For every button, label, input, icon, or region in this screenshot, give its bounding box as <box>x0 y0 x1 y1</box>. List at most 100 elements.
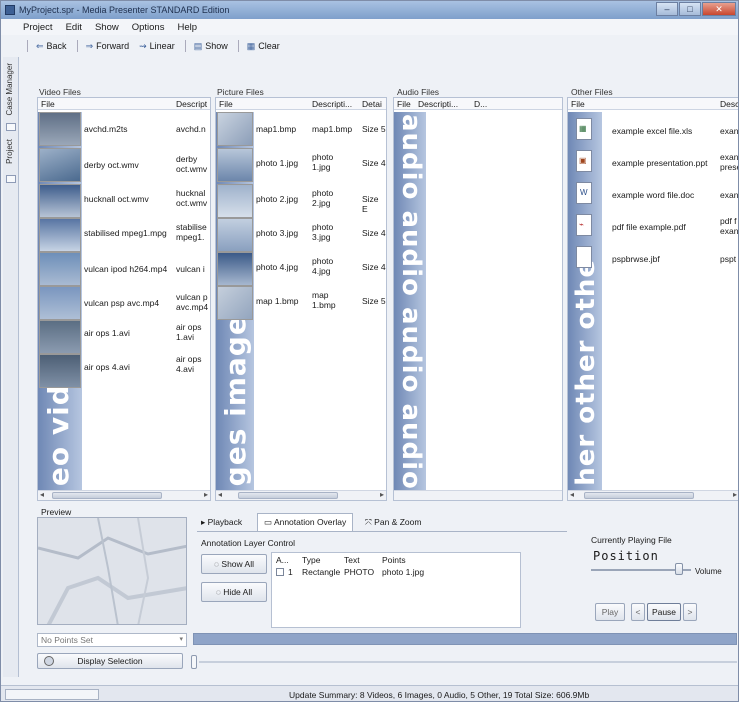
column-text[interactable]: Text <box>344 555 360 565</box>
previous-button[interactable]: < <box>631 603 645 621</box>
video-row[interactable]: stabilised mpeg1.mpg <box>84 228 167 238</box>
picture-row[interactable]: photo 3.jpg <box>256 228 298 238</box>
video-row[interactable]: air ops 4.avi <box>84 362 130 372</box>
video-thumbnail[interactable] <box>39 354 81 388</box>
pan-zoom-tab[interactable]: ⤧ Pan & Zoom <box>361 515 425 531</box>
column-file[interactable]: File <box>219 99 233 109</box>
annotation-checkbox[interactable] <box>276 568 284 576</box>
play-button[interactable]: Play <box>595 603 625 621</box>
picture-thumbnail[interactable] <box>217 218 253 252</box>
folder-icon[interactable] <box>6 123 16 131</box>
column-description[interactable]: Descripti... <box>312 99 352 109</box>
picture-row[interactable]: map 1.bmp <box>256 296 299 306</box>
column-description[interactable]: Descripti... <box>418 99 458 109</box>
points-select[interactable]: No Points Set ▾ <box>37 633 187 647</box>
show-all-button[interactable]: ◌ Show All <box>201 554 267 574</box>
video-thumbnail[interactable] <box>39 148 81 182</box>
scroll-thumb[interactable] <box>52 492 162 499</box>
excel-file-icon[interactable]: ▦ <box>576 118 592 140</box>
menu-options[interactable]: Options <box>132 22 165 33</box>
scroll-right-arrow[interactable]: ▸ <box>733 490 737 499</box>
scroll-left-arrow[interactable]: ◂ <box>40 490 44 499</box>
picture-thumbnail[interactable] <box>217 252 253 286</box>
word-file-icon[interactable]: W <box>576 182 592 204</box>
annotation-overlay-tab[interactable]: ▭ Annotation Overlay <box>257 513 354 531</box>
other-row[interactable]: example word file.doc <box>612 190 694 200</box>
picture-thumbnail[interactable] <box>217 148 253 182</box>
video-row[interactable]: vulcan psp avc.mp4 <box>84 298 159 308</box>
picture-row[interactable]: map1.bmp <box>256 124 296 134</box>
video-thumbnail[interactable] <box>39 286 81 320</box>
video-row[interactable]: air ops 1.avi <box>84 328 130 338</box>
other-row[interactable]: example excel file.xls <box>612 126 692 136</box>
playback-tab[interactable]: ▸ Playback <box>197 515 246 531</box>
menu-show[interactable]: Show <box>95 22 119 33</box>
menu-help[interactable]: Help <box>177 22 197 33</box>
annotation-row[interactable]: 1 Rectangle PHOTO photo 1.jpg <box>272 567 520 579</box>
maximize-button[interactable]: □ <box>679 2 701 16</box>
picture-horizontal-scrollbar[interactable]: ◂ ▸ <box>216 490 386 500</box>
clear-button[interactable]: ▦ Clear <box>247 41 280 52</box>
timeline-track[interactable] <box>199 661 737 663</box>
next-button[interactable]: > <box>683 603 697 621</box>
scroll-thumb[interactable] <box>584 492 694 499</box>
column-details[interactable]: Detai <box>362 99 382 109</box>
audio-files-title: Audio Files <box>397 87 440 97</box>
scroll-right-arrow[interactable]: ▸ <box>204 490 208 499</box>
video-horizontal-scrollbar[interactable]: ◂ ▸ <box>38 490 210 500</box>
pause-button[interactable]: Pause <box>647 603 681 621</box>
video-row[interactable]: vulcan ipod h264.mp4 <box>84 264 167 274</box>
display-selection-button[interactable]: Display Selection <box>37 653 183 669</box>
other-row[interactable]: pdf file example.pdf <box>612 222 686 232</box>
picture-row[interactable]: photo 2.jpg <box>256 194 298 204</box>
show-button[interactable]: ▤ Show <box>194 41 228 52</box>
column-description[interactable]: Desc <box>720 99 738 109</box>
picture-row[interactable]: photo 4.jpg <box>256 262 298 272</box>
video-thumbnail[interactable] <box>39 218 81 252</box>
preview-map[interactable] <box>37 517 187 625</box>
video-row[interactable]: avchd.m2ts <box>84 124 127 134</box>
column-file[interactable]: File <box>571 99 585 109</box>
column-file[interactable]: File <box>41 99 55 109</box>
video-thumbnail[interactable] <box>39 252 81 286</box>
pdf-file-icon[interactable]: ⌁ <box>576 214 592 236</box>
close-button[interactable]: ✕ <box>702 2 736 16</box>
column-details[interactable]: D... <box>474 99 487 109</box>
picture-row[interactable]: photo 1.jpg <box>256 158 298 168</box>
picture-thumbnail[interactable] <box>217 286 253 320</box>
video-row[interactable]: hucknall oct.wmv <box>84 194 149 204</box>
timeline-slider[interactable] <box>191 655 197 669</box>
column-description[interactable]: Descript <box>176 99 207 109</box>
forward-button[interactable]: ⇒ Forward <box>86 41 130 52</box>
picture-thumbnail[interactable] <box>217 112 253 146</box>
hide-all-button[interactable]: ◌ Hide All <box>201 582 267 602</box>
menu-edit[interactable]: Edit <box>66 22 82 33</box>
scroll-thumb[interactable] <box>238 492 338 499</box>
audio-horizontal-scrollbar[interactable] <box>394 490 562 500</box>
column-type[interactable]: Type <box>302 555 320 565</box>
document-icon[interactable] <box>6 175 16 183</box>
back-button[interactable]: ⇐ Back <box>36 41 67 52</box>
video-thumbnail[interactable] <box>39 112 81 146</box>
linear-button[interactable]: ⇝ Linear <box>139 41 175 52</box>
case-manager-tab[interactable]: Case Manager <box>5 63 14 115</box>
presentation-file-icon[interactable]: ▣ <box>576 150 592 172</box>
other-row[interactable]: pspbrwse.jbf <box>612 254 660 264</box>
video-row[interactable]: derby oct.wmv <box>84 160 139 170</box>
scroll-left-arrow[interactable]: ◂ <box>570 490 574 499</box>
file-icon[interactable] <box>576 246 592 268</box>
video-thumbnail[interactable] <box>39 320 81 354</box>
column-points[interactable]: Points <box>382 555 406 565</box>
minimize-button[interactable]: – <box>656 2 678 16</box>
project-tab[interactable]: Project <box>5 139 14 164</box>
scroll-left-arrow[interactable]: ◂ <box>218 490 222 499</box>
other-horizontal-scrollbar[interactable]: ◂ ▸ <box>568 490 738 500</box>
volume-slider-thumb[interactable] <box>675 563 683 575</box>
scroll-right-arrow[interactable]: ▸ <box>380 490 384 499</box>
column-file[interactable]: File <box>397 99 411 109</box>
menu-project[interactable]: Project <box>23 22 53 33</box>
column-a[interactable]: A... <box>276 555 289 565</box>
video-thumbnail[interactable] <box>39 184 81 218</box>
picture-thumbnail[interactable] <box>217 184 253 218</box>
other-row[interactable]: example presentation.ppt <box>612 158 707 168</box>
